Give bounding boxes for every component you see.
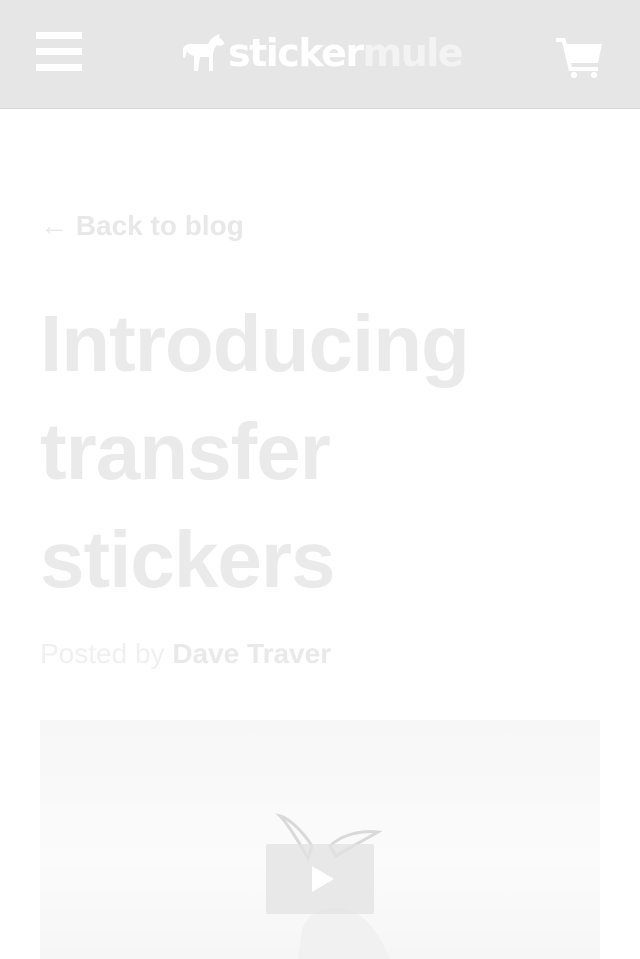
logo-text: stickermule — [228, 31, 464, 75]
article-title: Introducing transfer stickers — [40, 299, 470, 604]
play-button[interactable] — [266, 844, 374, 914]
hamburger-menu-icon[interactable] — [36, 32, 82, 74]
author-name[interactable]: Dave Traver — [172, 638, 331, 669]
video-thumbnail — [275, 813, 390, 959]
shopping-cart-icon[interactable] — [556, 36, 604, 78]
site-header: stickermule — [0, 0, 640, 109]
byline: Posted by Dave Traver — [40, 638, 331, 670]
logo-text-sticker: sticker — [228, 31, 364, 75]
video-player[interactable] — [40, 720, 600, 959]
play-icon — [312, 866, 334, 892]
stickermule-logo[interactable]: stickermule — [180, 31, 464, 75]
mule-logo-icon — [183, 34, 224, 71]
posted-by-label: Posted by — [40, 638, 165, 669]
logo-text-mule: mule — [362, 31, 464, 75]
back-to-blog-link[interactable]: ← Back to blog — [40, 210, 244, 242]
